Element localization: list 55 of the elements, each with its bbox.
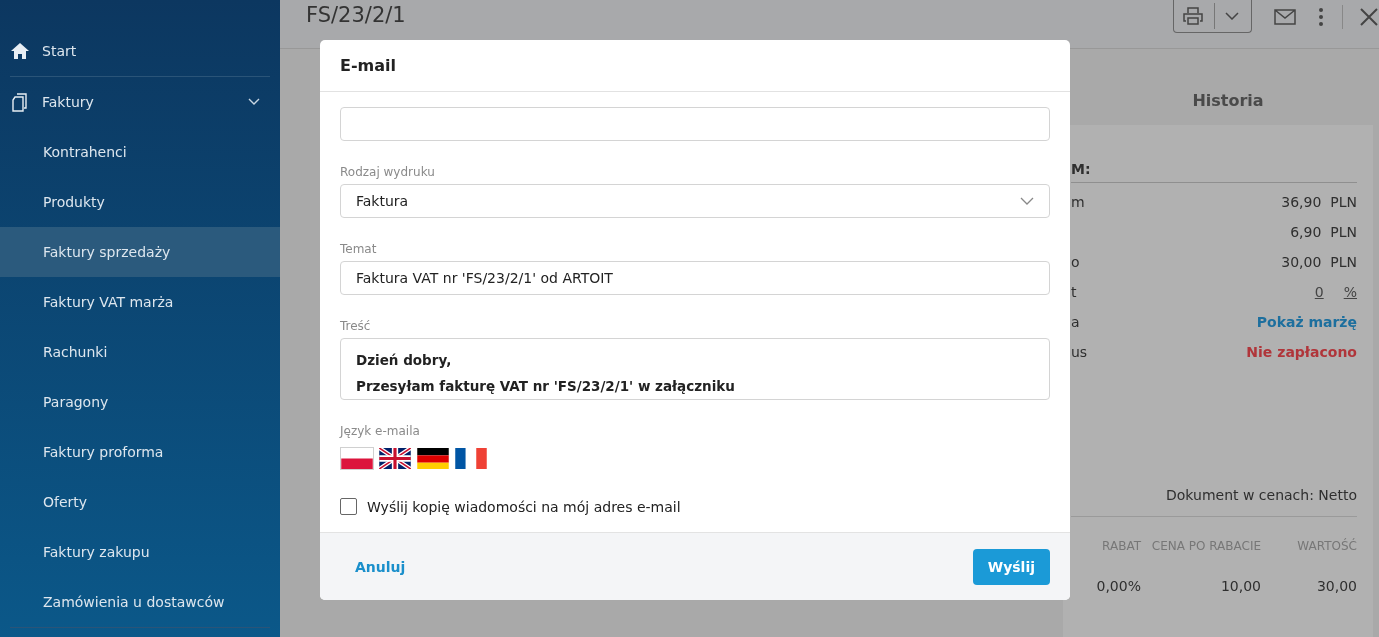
nav-item[interactable]: Faktury VAT marża	[0, 277, 280, 327]
more-icon[interactable]	[1318, 6, 1324, 27]
summary-heading: M:	[1071, 161, 1357, 183]
nav-item[interactable]: Kontrahenci	[0, 127, 280, 177]
table-cell: 0,00%	[1096, 578, 1141, 594]
printer-icon	[1182, 6, 1204, 26]
dialog-title: E-mail	[340, 56, 396, 75]
amount-value: 6,90 PLN	[1290, 224, 1357, 240]
nav-item[interactable]: Faktury zakupu	[0, 527, 280, 577]
field-label: Temat	[340, 242, 378, 256]
column-header: CENA PO RABACIE	[1151, 539, 1261, 553]
field-label: Rodzaj wydruku	[340, 165, 436, 179]
nav-item[interactable]: Rachunki	[0, 327, 280, 377]
message-field[interactable]: Dzień dobry, Przesyłam fakturę VAT nr 'FS/23/2/1' w załączniku	[340, 338, 1050, 400]
amount-value: 30,00 PLN	[1281, 254, 1357, 270]
flag-icon[interactable]	[454, 447, 488, 470]
column-header: RABAT	[1102, 539, 1141, 553]
summary-label: o	[1071, 254, 1080, 270]
nav-item[interactable]: Faktury	[0, 77, 280, 127]
table-cell: 10,00	[1220, 578, 1261, 594]
subject-field[interactable]: Faktura VAT nr 'FS/23/2/1' od ARTOIT	[340, 261, 1050, 295]
summary-label: a	[1071, 314, 1080, 330]
nav-item[interactable]: Faktury proforma	[0, 427, 280, 477]
nav-item[interactable]: Start	[0, 26, 280, 76]
nav-item[interactable]: Produkty	[0, 177, 280, 227]
discount-unit[interactable]: %	[1343, 284, 1357, 300]
chevron-icon	[1020, 197, 1034, 205]
documents-icon	[10, 92, 30, 112]
nav-item[interactable]: Faktury sprzedaży	[0, 227, 280, 277]
flag-icon[interactable]	[416, 447, 450, 470]
table-cell: 30,00	[1316, 578, 1357, 594]
mail-icon[interactable]	[1274, 8, 1296, 25]
home-icon	[10, 42, 30, 60]
flag-icon[interactable]	[378, 447, 412, 470]
print-type-select[interactable]: Faktura	[340, 184, 1050, 218]
nav-item[interactable]: Zamówienia u dostawców	[0, 577, 280, 627]
summary-label: m	[1071, 194, 1085, 210]
recipient-field[interactable]	[340, 107, 1050, 141]
document-title: FS/23/2/1	[306, 3, 406, 27]
caret-icon	[1225, 12, 1239, 20]
nav-item[interactable]: Oferty	[0, 477, 280, 527]
column-header: WARTOŚĆ	[1297, 539, 1357, 553]
payment-status: Nie zapłacono	[1246, 344, 1357, 360]
print-button-group[interactable]	[1173, 0, 1252, 33]
amount-value: 36,90 PLN	[1281, 194, 1357, 210]
checkbox-label: Wyślij kopię wiadomości na mój adres e-mail	[367, 498, 681, 515]
nav-item[interactable]: Paragony	[0, 377, 280, 427]
field-label: Język e-maila	[340, 424, 421, 438]
discount-value[interactable]: 0	[1314, 284, 1324, 300]
summary-label: us	[1071, 344, 1088, 360]
price-mode-text: Dokument w cenach: Netto	[1071, 487, 1357, 517]
field-label: Treść	[340, 319, 372, 333]
summary-label: t	[1071, 284, 1077, 300]
close-icon[interactable]	[1359, 6, 1379, 27]
checkbox[interactable]	[340, 498, 357, 515]
